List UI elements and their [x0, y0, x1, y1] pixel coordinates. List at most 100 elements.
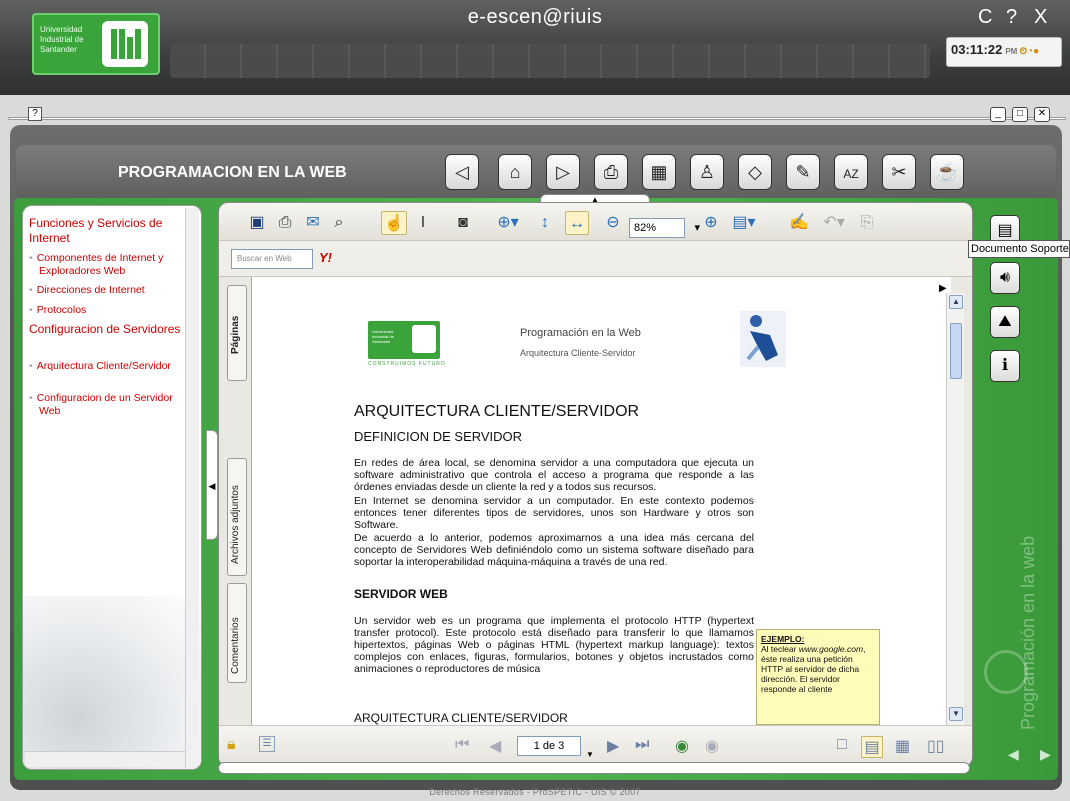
forward-button[interactable]: ▷ — [546, 154, 580, 190]
sidebar-item-direcciones[interactable]: • Direcciones de Internet — [29, 284, 181, 297]
calculator-button[interactable]: ▦ — [642, 154, 676, 190]
go-forward-icon[interactable]: ◉ — [705, 736, 719, 756]
sidebar-item-arquitectura[interactable]: • Arquitectura Cliente/Servidor — [29, 360, 181, 373]
facing-page-icon[interactable]: ▦ — [895, 736, 910, 756]
eraser-button[interactable]: ◇ — [738, 154, 772, 190]
next-arrow-icon[interactable]: ▶ — [1040, 746, 1051, 763]
find-icon[interactable]: ⌕ — [327, 211, 351, 235]
image-icon: ⛰ — [998, 313, 1012, 330]
restore-app-button[interactable]: C — [978, 6, 992, 29]
next-page-icon[interactable]: ▶ — [607, 736, 619, 756]
scroll-up-button[interactable]: ▲ — [949, 295, 963, 309]
app-title: e-escen@riuis — [467, 6, 603, 28]
sidebar-section-funciones[interactable]: Funciones y Servicios de Internet — [29, 216, 181, 246]
hand-tool-icon[interactable]: ☝ — [381, 211, 407, 235]
document-header-title: Programación en la Web — [520, 327, 641, 339]
audio-button[interactable]: 🔊︎ — [990, 262, 1020, 294]
clock-alarm-icon[interactable]: ⏲◔● — [1019, 46, 1039, 57]
document-paragraph-1: En redes de área local, se denomina serv… — [354, 457, 754, 493]
web-search-input[interactable]: Buscar en Web — [231, 249, 313, 269]
document-paragraph-4: Un servidor web es un programa que imple… — [354, 615, 754, 675]
tab-paginas[interactable]: Páginas — [227, 285, 247, 381]
tools-icon: ✂ — [891, 162, 907, 182]
fit-height-icon[interactable]: ↕ — [535, 211, 555, 235]
tab-comentarios[interactable]: Comentarios — [227, 583, 247, 683]
sidebar-item-componentes[interactable]: • Componentes de Internet y Exploradores … — [29, 252, 181, 278]
dictionary-button[interactable]: AZ — [834, 154, 868, 190]
continuous-facing-icon[interactable]: ▯▯ — [927, 736, 945, 756]
maximize-button[interactable]: □ — [1012, 107, 1028, 122]
sidebar-horizontal-scrollbar[interactable] — [25, 751, 185, 767]
info-button[interactable]: ℹ — [990, 350, 1020, 382]
comment-icon[interactable]: ✍ — [787, 211, 811, 235]
tooltip: Documento Soporte — [968, 240, 1070, 258]
person-button[interactable]: ♙ — [690, 154, 724, 190]
print-icon[interactable]: ⎙ — [273, 211, 297, 235]
course-title: PROGRAMACION EN LA WEB — [118, 164, 347, 181]
window-help-button[interactable]: ? — [28, 107, 42, 121]
document-paragraph-3: De acuerdo a lo anterior, podemos aproxi… — [354, 532, 754, 568]
single-page-icon[interactable]: □ — [837, 736, 847, 754]
coffee-button[interactable]: ☕ — [930, 154, 964, 190]
sidebar-item-configuracion-servidor[interactable]: • Configuracion de un Servidor Web — [29, 392, 181, 418]
page-setup-icon[interactable]: ☰ — [259, 736, 275, 752]
previous-arrow-icon[interactable]: ◀ — [1008, 746, 1019, 763]
clock-ampm: PM — [1005, 47, 1018, 56]
viewer-toolbar: ▣ ⎙ ✉ ⌕ ☝ I ◙ ⊕▾ ↕ ↔ ⊖ 82% ▾ ⊕ ▤▾ ✍ ↶▾ ⎘ — [219, 203, 972, 241]
sidebar-background-image — [23, 596, 201, 769]
email-icon[interactable]: ✉ — [301, 211, 325, 235]
document-page: Universidad Industrial de Santander CONS… — [251, 277, 951, 725]
document-logo-caption: CONSTRUIMOS FUTURO — [368, 361, 446, 367]
forward-arrow-icon: ▷ — [556, 162, 570, 182]
go-back-icon[interactable]: ◉ — [675, 736, 689, 756]
info-icon: ℹ — [1001, 357, 1009, 374]
person-icon: ♙ — [698, 162, 716, 182]
zoom-in-icon[interactable]: ⊕ — [701, 211, 721, 235]
scroll-down-button[interactable]: ▼ — [949, 707, 963, 721]
document-logo-text: Universidad Industrial de Santander — [372, 329, 394, 344]
print-icon: ⎙ — [603, 162, 619, 182]
help-app-button[interactable]: ? — [1006, 6, 1017, 29]
select-text-icon[interactable]: I — [411, 211, 435, 235]
save-icon[interactable]: ▣ — [245, 211, 269, 235]
document-scrollbar[interactable]: ▲ ▼ — [946, 293, 964, 725]
yahoo-search-icon[interactable]: Y! — [319, 250, 332, 265]
collapse-sidebar-handle[interactable]: ◀ — [206, 430, 218, 540]
close-button[interactable]: ✕ — [1034, 107, 1050, 122]
back-button[interactable]: ◁ — [445, 154, 479, 190]
close-app-button[interactable]: X — [1034, 6, 1047, 29]
continuous-page-icon[interactable]: ▤ — [861, 736, 883, 758]
tab-archivos-adjuntos[interactable]: Archivos adjuntos — [227, 458, 247, 576]
first-page-icon[interactable]: ⏮ — [455, 736, 469, 754]
image-button[interactable]: ⛰ — [990, 306, 1020, 338]
pdf-viewer: ▣ ⎙ ✉ ⌕ ☝ I ◙ ⊕▾ ↕ ↔ ⊖ 82% ▾ ⊕ ▤▾ ✍ ↶▾ ⎘ … — [218, 202, 973, 767]
edit-button[interactable]: ✎ — [786, 154, 820, 190]
brand-vertical-text: Programación en la web — [1018, 535, 1038, 730]
clock-time: 03:11:22 — [951, 42, 1003, 57]
print-button[interactable]: ⎙ — [594, 154, 628, 190]
zoom-in-tool-icon[interactable]: ⊕▾ — [493, 211, 523, 235]
last-page-icon[interactable]: ⏭ — [635, 736, 649, 754]
tools-button[interactable]: ✂ — [882, 154, 916, 190]
top-header: Universidad Industrial de Santander e-es… — [0, 0, 1070, 95]
previous-page-icon[interactable]: ◀ — [489, 736, 501, 756]
undo-icon[interactable]: ↶▾ — [817, 211, 851, 235]
sidebar-section-configuracion[interactable]: Configuracion de Servidores — [29, 322, 181, 337]
page-number-input[interactable]: 1 de 3 — [517, 736, 581, 756]
page-layout-icon[interactable]: ▤▾ — [729, 211, 759, 235]
home-button[interactable]: ⌂ — [498, 154, 532, 190]
viewer-bottom-tab[interactable]: ▼ — [586, 750, 594, 759]
fit-width-icon[interactable]: ↔ — [565, 211, 589, 235]
copy-icon[interactable]: ⎘ — [855, 211, 879, 235]
home-icon: ⌂ — [509, 162, 521, 182]
audio-icon: 🔊︎ — [999, 269, 1011, 286]
sidebar-item-protocolos[interactable]: • Protocolos — [29, 304, 181, 317]
minimize-button[interactable]: _ — [990, 107, 1006, 122]
zoom-out-icon[interactable]: ⊖ — [603, 211, 623, 235]
lock-icon[interactable]: 🔒︎ — [227, 736, 236, 754]
document-paragraph-2: En Internet se denomina servidor a un co… — [354, 495, 754, 531]
zoom-select[interactable]: 82% ▾ — [629, 218, 700, 238]
scroll-thumb[interactable] — [950, 323, 962, 379]
snapshot-icon[interactable]: ◙ — [451, 211, 475, 235]
sidebar-scrollbar[interactable] — [185, 208, 199, 768]
